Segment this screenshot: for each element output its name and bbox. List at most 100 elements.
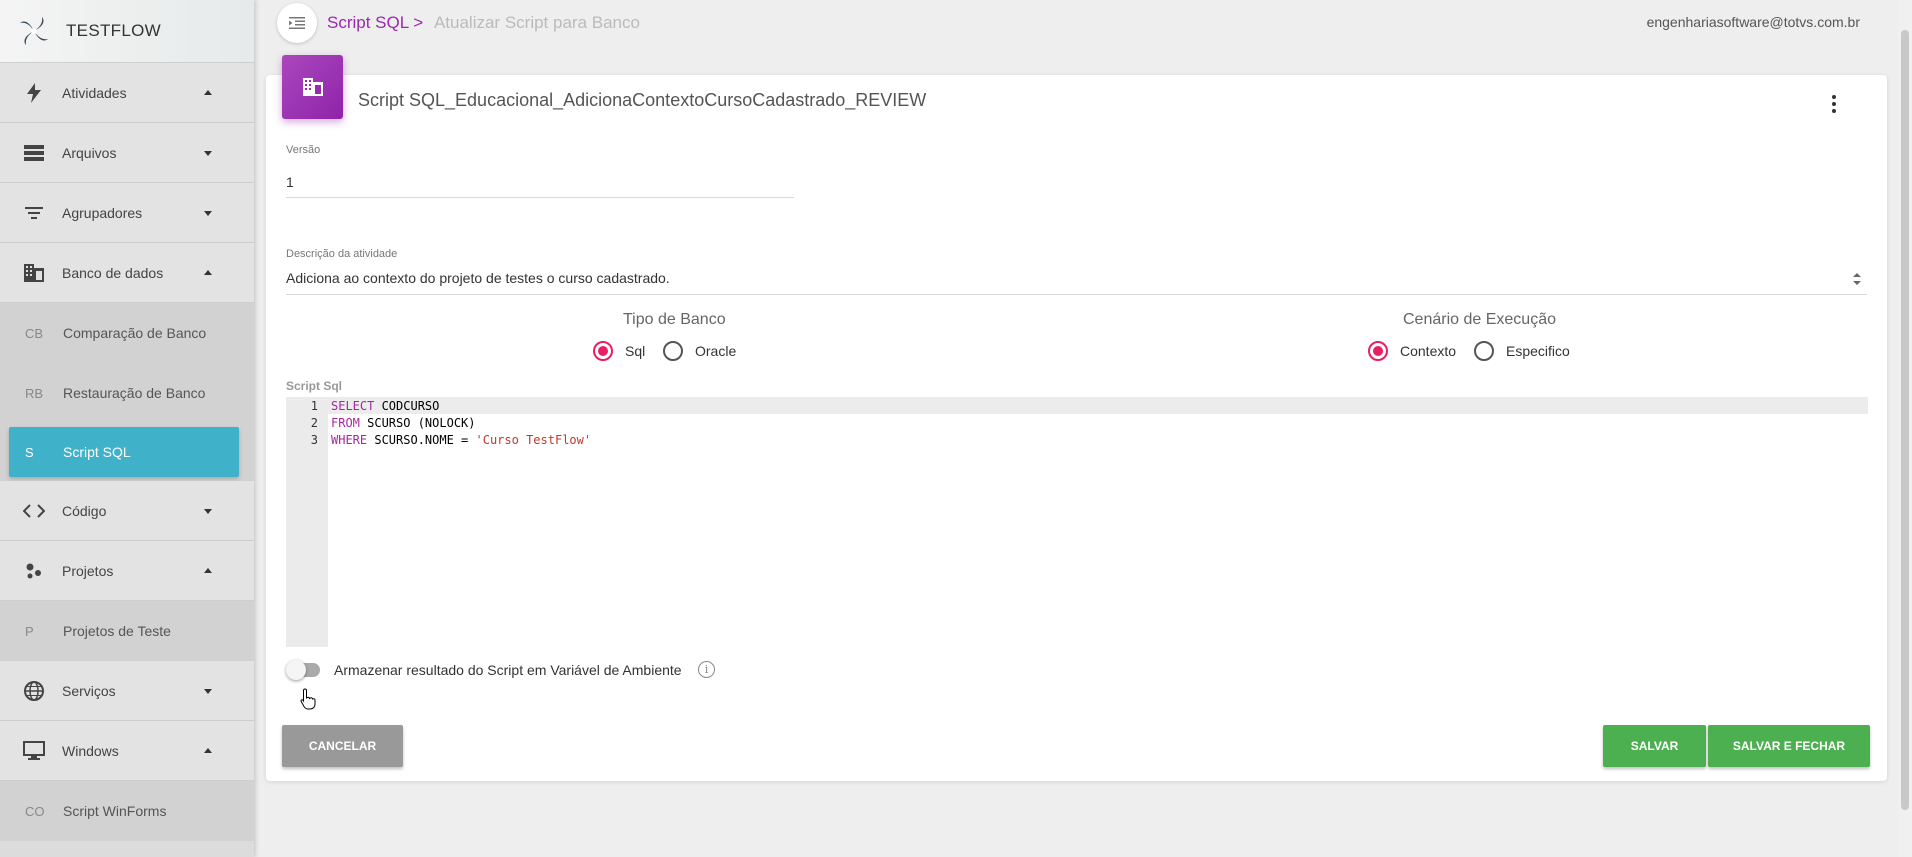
sidebar-item-abbr: CO (25, 803, 45, 819)
breadcrumb-parent[interactable]: Script SQL > (327, 13, 423, 32)
more-options-button[interactable] (1822, 92, 1846, 116)
sidebar-group-label: Projetos (62, 562, 114, 579)
sidebar-item-script-winforms[interactable]: CO Script WinForms (0, 781, 254, 842)
sidebar-item-abbr: S (25, 444, 34, 460)
testflow-logo-icon (20, 17, 48, 45)
app-name: TESTFLOW (66, 21, 161, 40)
chevron-down-icon (204, 688, 212, 694)
sql-keyword: WHERE (331, 433, 368, 447)
sidebar-item-label: Restauração de Banco (63, 385, 206, 401)
description-field-underline (286, 294, 1867, 295)
sql-text: CODCURSO (374, 399, 440, 413)
menu-toggle-button[interactable] (277, 3, 317, 43)
sidebar-group-codigo[interactable]: Código (0, 481, 254, 542)
version-label: Versão (286, 144, 321, 156)
monitor-icon (22, 739, 46, 763)
building-icon (302, 78, 323, 96)
radio-label: Contexto (1400, 343, 1457, 359)
sidebar-group-projetos[interactable]: Projetos (0, 541, 254, 602)
description-label: Descrição da atividade (286, 248, 398, 260)
sidebar-item-projetos-de-teste[interactable]: P Projetos de Teste (0, 601, 254, 662)
sidebar-group-label: Windows (62, 742, 119, 759)
sidebar-group-atividades[interactable]: Atividades (0, 63, 254, 123)
store-result-toggle[interactable] (286, 660, 320, 680)
sidebar-group-label: Código (62, 502, 107, 519)
bubbles-icon (22, 559, 46, 583)
filter-list-icon (22, 201, 46, 225)
sidebar-item-label: Projetos de Teste (63, 623, 171, 640)
sql-text: SCURSO.NOME = (367, 433, 476, 447)
save-button[interactable]: SALVAR (1603, 725, 1706, 767)
chevron-up-icon (204, 567, 212, 573)
sidebar-group-label: Serviços (62, 682, 116, 699)
more-vert-icon-dot (1832, 102, 1836, 106)
code-line: WHERE SCURSO.NOME = 'Curso TestFlow' (331, 433, 591, 447)
radio-contexto[interactable]: Contexto (1368, 341, 1456, 361)
page-scrollbar[interactable] (1898, 0, 1912, 857)
chevron-down-icon (204, 508, 212, 514)
storage-icon (22, 141, 46, 165)
store-result-label: Armazenar resultado do Script em Variáve… (334, 662, 682, 678)
sql-keyword: SELECT (331, 399, 375, 413)
sql-text: SCURSO (NOLOCK) (359, 416, 476, 430)
version-field-underline (286, 197, 794, 198)
radio-circle (663, 341, 683, 361)
sidebar-item-script-sql[interactable]: S Script SQL (9, 427, 239, 478)
card-header-icon (282, 55, 343, 119)
user-email[interactable]: engenhariasoftware@totvs.com.br (1647, 14, 1860, 30)
chevron-up-icon (204, 89, 212, 95)
radio-label: Sql (625, 343, 646, 359)
sidebar-item-restauracao-de-banco[interactable]: RB Restauração de Banco (0, 363, 254, 423)
radio-label: Oracle (695, 343, 737, 359)
breadcrumb: Script SQL > Atualizar Script para Banco (327, 13, 640, 33)
sql-code-editor[interactable]: 1 2 3 SELECT CODCURSO FROM SCURSO (NOLOC… (286, 397, 1868, 647)
sidebar-item-label: Comparação de Banco (63, 325, 207, 341)
lightning-icon (22, 81, 46, 105)
line-number: 1 (310, 399, 318, 413)
spinner-arrows-icon[interactable] (1851, 270, 1863, 288)
sidebar-group-windows[interactable]: Windows (0, 721, 254, 782)
sidebar-item-label: Script SQL (63, 444, 131, 461)
sql-keyword: FROM (331, 416, 360, 430)
radio-circle (1474, 341, 1494, 361)
cancel-button[interactable]: CANCELAR (282, 725, 403, 767)
scrollbar-thumb[interactable] (1901, 30, 1909, 810)
sidebar-item-abbr: RB (25, 385, 44, 401)
info-icon[interactable]: i (698, 661, 715, 678)
sidebar-group-banco-de-dados[interactable]: Banco de dados (0, 243, 254, 303)
radio-oracle[interactable]: Oracle (663, 341, 736, 361)
active-line-highlight (328, 397, 1868, 414)
sidebar-group-arquivos[interactable]: Arquivos (0, 123, 254, 183)
radio-circle (1368, 341, 1388, 361)
active-item-wrapper: S Script SQL (0, 423, 254, 482)
sidebar-item-abbr: CB (25, 325, 44, 341)
building-icon (22, 261, 46, 285)
sidebar-group-label: Banco de dados (62, 264, 164, 281)
code-line: SELECT CODCURSO (331, 399, 439, 413)
line-number: 2 (310, 416, 318, 430)
radio-circle (593, 341, 613, 361)
menu-collapse-icon (289, 17, 305, 29)
globe-icon (22, 679, 46, 703)
code-line: FROM SCURSO (NOLOCK) (331, 416, 476, 430)
scenario-title: Cenário de Execução (1403, 311, 1556, 328)
sidebar-group-agrupadores[interactable]: Agrupadores (0, 183, 254, 243)
sidebar-item-abbr: P (25, 623, 34, 639)
save-and-close-button[interactable]: SALVAR E FECHAR (1708, 725, 1870, 767)
brand[interactable]: TESTFLOW (0, 0, 254, 63)
sidebar-item-comparacao-de-banco[interactable]: CB Comparação de Banco (0, 303, 254, 363)
script-label: Script Sql (286, 379, 343, 393)
sql-string: 'Curso TestFlow' (475, 433, 592, 447)
sidebar-group-label: Atividades (62, 84, 127, 101)
breadcrumb-current: Atualizar Script para Banco (433, 13, 640, 32)
code-icon (22, 499, 46, 523)
description-field[interactable]: Adiciona ao contexto do projeto de teste… (286, 270, 670, 286)
radio-especifico[interactable]: Especifico (1474, 341, 1570, 361)
sidebar-item-label: Script WinForms (63, 803, 167, 820)
version-field[interactable]: 1 (286, 174, 294, 190)
line-number: 3 (310, 433, 318, 447)
radio-label: Especifico (1506, 343, 1570, 359)
sidebar-group-servicos[interactable]: Serviços (0, 661, 254, 722)
hand-cursor-icon (300, 688, 316, 710)
radio-sql[interactable]: Sql (593, 341, 645, 361)
